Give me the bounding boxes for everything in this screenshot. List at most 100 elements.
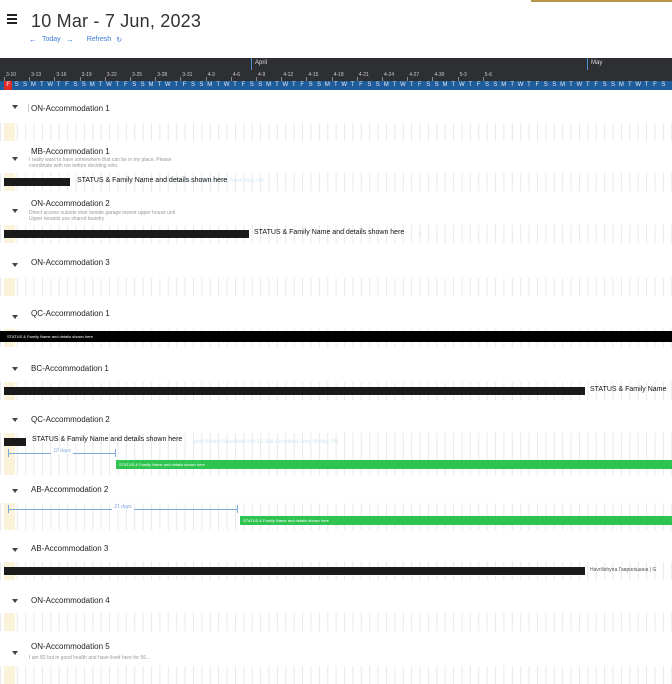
chevron-down-icon[interactable] (12, 599, 18, 603)
next-arrow-icon[interactable]: → (66, 35, 74, 44)
weekday-cell: S (493, 82, 498, 88)
accommodation-name[interactable]: AB-Accommodation 3 (31, 544, 108, 553)
weekday-cell: T (174, 82, 179, 88)
booking-lane[interactable] (0, 666, 672, 684)
weekday-cell: M (266, 82, 272, 88)
weekday-cell: S (81, 82, 86, 88)
month-label: May (591, 60, 603, 66)
weekday-cell: F (359, 82, 363, 88)
chevron-down-icon[interactable] (12, 209, 18, 213)
chevron-down-icon[interactable] (12, 157, 18, 161)
chevron-down-icon[interactable] (12, 418, 18, 422)
booking-bar[interactable] (4, 387, 585, 395)
accommodation-name[interactable]: ON-Accommodation 2 (31, 199, 110, 208)
weekday-cell: S (190, 82, 195, 88)
accommodation-name[interactable]: AB-Accommodation 2 (31, 485, 108, 494)
today-highlight (4, 666, 15, 684)
date-label: 4-6 (232, 72, 241, 78)
weekday-cell: M (560, 82, 566, 88)
booking-lane[interactable]: STATUS & Family Name (0, 382, 672, 400)
date-label: 4-3 (207, 72, 215, 78)
accommodation-name[interactable]: ON-Accommodation 5 (31, 642, 110, 651)
previous-arrow-icon[interactable]: ← (29, 35, 37, 44)
chevron-down-icon[interactable] (12, 651, 18, 655)
booking-lane[interactable]: ...| 2 Fisherville 5 Fisherville Rd, Nor… (0, 173, 672, 191)
weekday-cell: M (324, 82, 330, 88)
weekday-cell: T (216, 82, 221, 88)
chevron-down-icon[interactable] (12, 489, 18, 493)
booking-bar[interactable] (4, 178, 70, 186)
month-label: April (255, 60, 268, 66)
weekday-cell: F (300, 82, 305, 88)
booking-lane[interactable]: ...pol | Whitby Greenfield Unit 2-1-108 … (0, 433, 672, 475)
booking-label[interactable]: STATUS & Family Name and details shown h… (77, 177, 227, 184)
accommodation-name[interactable]: BC-Accommodation 1 (31, 364, 109, 373)
chevron-down-icon[interactable] (12, 263, 18, 267)
weekday-cell: W (458, 82, 465, 88)
accommodation-note: Direct access outside door beside garage… (29, 210, 176, 222)
date-label: 4-18 (333, 72, 344, 78)
pending-booking-bar[interactable]: STATUS & Family Name and details shown h… (116, 460, 672, 469)
booking-label[interactable]: STATUS & Family Name and details shown h… (254, 229, 404, 236)
booking-lane[interactable]: STATUS & Family Name and details shown h… (0, 329, 672, 347)
booking-lane[interactable] (0, 278, 672, 296)
accommodation-name[interactable]: ON-Accommodation 3 (31, 258, 110, 267)
chevron-down-icon[interactable] (12, 105, 18, 109)
booking-lane[interactable]: Havrilishyna Гаврилішина | G (0, 562, 672, 580)
top-corner-accent (531, 0, 672, 2)
weekday-cell: F (182, 82, 187, 88)
hamburger-menu-icon[interactable] (7, 14, 17, 26)
weekday-cell: S (14, 82, 19, 88)
booking-lane[interactable] (0, 123, 672, 141)
booking-details-faded: ...pol | Whitby Greenfield Unit 2-1-108 … (190, 439, 338, 445)
booking-lane[interactable]: 21 days STATUS & Family Name and details… (0, 503, 672, 530)
refresh-button[interactable]: Refresh (87, 36, 112, 43)
booking-bar[interactable]: STATUS & Family Name and details shown h… (0, 331, 672, 342)
accommodation-name[interactable]: QC-Accommodation 2 (31, 415, 110, 424)
duration-indicator: 21 days (8, 504, 238, 513)
weekday-cell: F (535, 82, 540, 88)
weekday-cell: M (442, 82, 448, 88)
month-divider (251, 58, 252, 70)
chevron-down-icon[interactable] (12, 315, 18, 319)
today-button[interactable]: Today (42, 36, 61, 43)
weekday-cell: S (543, 82, 548, 88)
weekday-cell: T (585, 82, 590, 88)
accommodation-name[interactable]: ON-Accommodation 1 (31, 104, 110, 113)
weekday-row: FSSMTWTFSSMTWTFSSMTWTFSSMTWTFSSMTWTFSSMT… (0, 81, 672, 90)
weekday-cell: T (56, 82, 61, 88)
weekday-cell: W (576, 82, 583, 88)
date-label: 5-3 (459, 72, 467, 78)
booking-lane[interactable]: ...n STATUS & Family Name and details sh… (0, 225, 672, 243)
weekday-cell: T (350, 82, 355, 88)
booking-label[interactable]: Havrilishyna Гаврилішина | G (590, 567, 656, 573)
booking-bar[interactable] (4, 567, 585, 575)
chevron-down-icon[interactable] (12, 367, 18, 371)
booking-bar[interactable] (4, 230, 249, 238)
weekday-cell: W (282, 82, 289, 88)
booking-bar[interactable] (4, 438, 26, 446)
timeline-header: April May 3-10 3-13 3-16 3-19 3-22 3-25 3-28 3-… (0, 58, 672, 92)
weekday-cell: T (569, 82, 573, 88)
date-label: 5-6 (484, 72, 493, 78)
weekday-cell: S (552, 82, 557, 88)
weekday-cell: F (653, 82, 657, 88)
booking-lane[interactable] (0, 613, 672, 631)
weekday-cell: S (73, 82, 78, 88)
weekday-cell: T (39, 82, 44, 88)
booking-label[interactable]: STATUS & Family Name and details shown h… (32, 436, 182, 443)
date-label: 3-22 (106, 72, 117, 78)
date-label: 4-9 (258, 72, 266, 78)
refresh-icon[interactable]: ↻ (116, 36, 122, 44)
schedule-grid: ON-Accommodation 1 MB-Accommodation 1 I … (0, 92, 672, 684)
pending-booking-bar[interactable]: STATUS & Family Name and details shown h… (240, 516, 672, 525)
accommodation-name[interactable]: ON-Accommodation 4 (31, 596, 110, 605)
chevron-down-icon[interactable] (12, 548, 18, 552)
date-label: 4-27 (409, 72, 420, 78)
weekday-cell: W (164, 82, 171, 88)
weekday-cell: M (89, 82, 95, 88)
accommodation-name[interactable]: MB-Accommodation 1 (31, 147, 110, 156)
accommodation-name[interactable]: QC-Accommodation 1 (31, 309, 110, 318)
weekday-cell: S (610, 82, 615, 88)
booking-label[interactable]: STATUS & Family Name (590, 386, 666, 393)
